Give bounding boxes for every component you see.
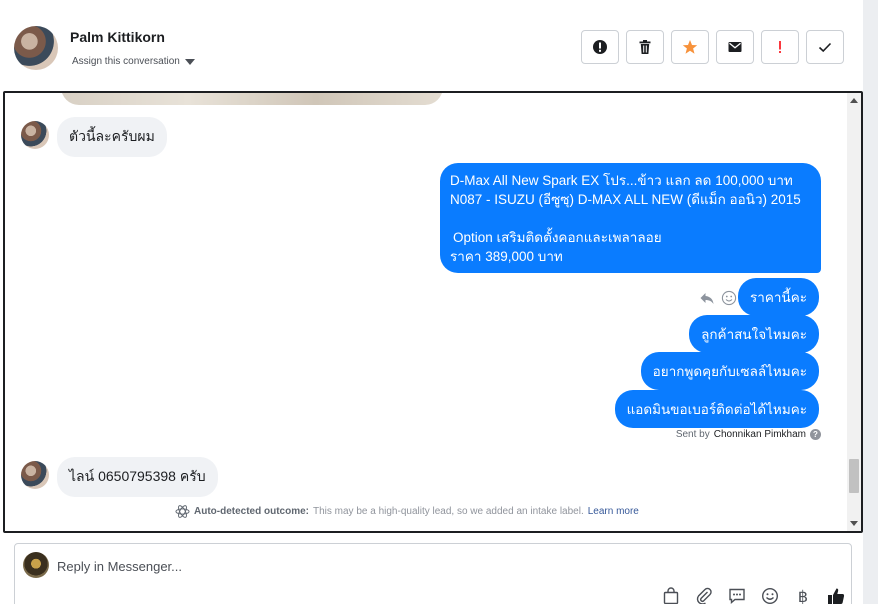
sender-name: Chonnikan Pimkham — [713, 429, 806, 440]
mark-done-button[interactable] — [806, 30, 844, 64]
outcome-label: Auto-detected outcome: — [194, 506, 309, 517]
help-icon[interactable]: ? — [810, 429, 821, 440]
paperclip-icon — [696, 587, 712, 604]
incoming-message[interactable]: ไลน์ 0650795398 ครับ — [57, 457, 218, 497]
react-emoji-icon[interactable] — [721, 290, 737, 306]
incoming-message[interactable]: ตัวนี้ละครับผม — [57, 117, 167, 157]
message-line: Option เสริมติดตั้งคอกและเพลาลอย — [453, 230, 662, 245]
reply-composer: ฿ — [14, 543, 852, 604]
sent-by-prefix: Sent by — [675, 429, 710, 440]
contact-avatar-small — [21, 461, 49, 489]
outcome-text: This may be a high-quality lead, so we a… — [313, 506, 584, 517]
sent-by-info: Sent by Chonnikan Pimkham ? — [676, 429, 821, 440]
message-line: ราคา 389,000 บาท — [450, 249, 563, 264]
emoji-button[interactable] — [760, 586, 780, 604]
page-avatar — [23, 552, 49, 578]
envelope-icon — [728, 42, 742, 52]
payment-button[interactable]: ฿ — [793, 586, 813, 604]
reply-input[interactable] — [57, 554, 657, 578]
speech-bubble-icon — [729, 588, 745, 604]
shopping-bag-icon — [663, 587, 679, 604]
attachment-image[interactable] — [61, 93, 443, 105]
outgoing-message[interactable]: ราคานี้คะ — [738, 278, 819, 316]
composer-toolbar: ฿ — [661, 586, 846, 604]
attach-file-button[interactable] — [694, 586, 714, 604]
like-button[interactable] — [826, 586, 846, 604]
assign-conversation-label: Assign this conversation — [72, 56, 180, 67]
scroll-down-arrow-icon[interactable] — [850, 521, 858, 526]
trash-icon — [639, 40, 651, 54]
right-panel-edge — [863, 0, 878, 604]
conversation-actions — [581, 30, 844, 64]
thumbs-up-icon — [828, 588, 845, 604]
scrollbar[interactable] — [847, 93, 861, 531]
mark-spam-button[interactable] — [581, 30, 619, 64]
caret-down-icon — [184, 58, 195, 65]
assign-conversation-dropdown[interactable]: Assign this conversation — [72, 56, 195, 67]
outgoing-message[interactable]: D-Max All New Spark EX โปร...ข้าว แลก ลด… — [440, 163, 821, 273]
conversation-header: Palm Kittikorn Assign this conversation — [0, 0, 863, 92]
outgoing-message[interactable]: อยากพูดคุยกับเซลล์ไหมคะ — [640, 352, 819, 390]
contact-avatar[interactable] — [14, 26, 58, 70]
message-thread[interactable]: ตัวนี้ละครับผม D-Max All New Spark EX โป… — [3, 91, 863, 533]
scroll-up-arrow-icon[interactable] — [850, 98, 858, 103]
learn-more-link[interactable]: Learn more — [588, 506, 639, 517]
scrollbar-thumb[interactable] — [849, 459, 859, 493]
baht-icon: ฿ — [797, 586, 809, 604]
messenger-inbox-window: Palm Kittikorn Assign this conversation — [0, 0, 878, 604]
atom-icon — [175, 505, 190, 518]
emoji-icon — [762, 588, 778, 604]
outgoing-message[interactable]: แอดมินขอเบอร์ติดต่อได้ไหมคะ — [614, 390, 819, 428]
outgoing-message[interactable]: ลูกค้าสนใจไหมคะ — [689, 315, 819, 353]
delete-button[interactable] — [626, 30, 664, 64]
mark-unread-button[interactable] — [716, 30, 754, 64]
alert-circle-icon — [593, 40, 607, 54]
reply-icon[interactable] — [699, 290, 715, 306]
contact-avatar-small — [21, 121, 49, 149]
saved-replies-button[interactable] — [727, 586, 747, 604]
message-line: N087 - ISUZU (อีซูซุ) D-MAX ALL NEW (ดีแ… — [450, 192, 801, 207]
star-button[interactable] — [671, 30, 709, 64]
shopping-bag-button[interactable] — [661, 586, 681, 604]
message-hover-tools — [699, 290, 737, 306]
mark-important-button[interactable] — [761, 30, 799, 64]
star-icon — [682, 40, 698, 54]
contact-name[interactable]: Palm Kittikorn — [70, 29, 165, 45]
exclamation-icon — [779, 41, 781, 53]
checkmark-icon — [818, 42, 832, 53]
message-line: D-Max All New Spark EX โปร...ข้าว แลก ลด… — [450, 173, 793, 188]
auto-detected-outcome: Auto-detected outcome: This may be a hig… — [175, 504, 639, 519]
message-line-blank — [450, 209, 811, 228]
